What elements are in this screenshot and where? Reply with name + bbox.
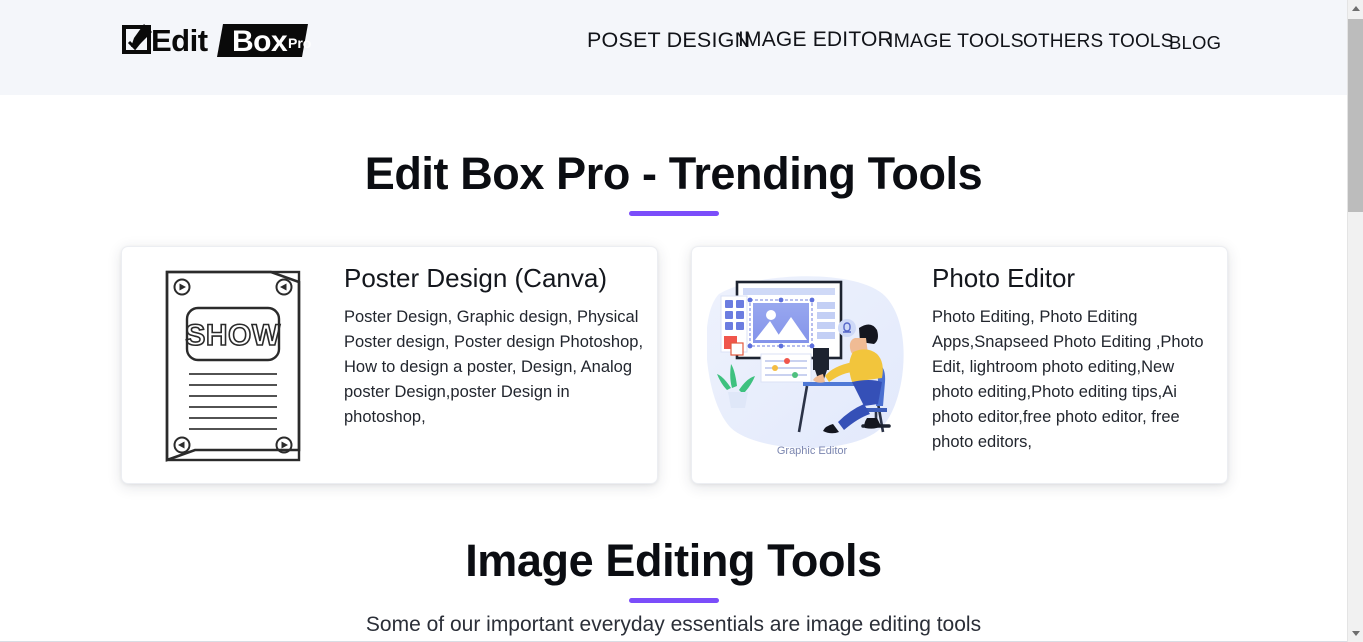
section-subtitle: Some of our important everyday essential… [365,613,982,636]
main-navigation: POSET DESIGN IMAGE EDITOR IMAGE TOOLS OT… [575,22,1235,64]
site-logo[interactable]: Edit Box Pro [122,18,312,62]
scroll-up-arrow-glyph [1351,6,1360,11]
vertical-scrollbar[interactable] [1347,0,1363,642]
svg-text:Edit: Edit [151,23,208,58]
edit-checkbox-pencil-icon [122,24,152,54]
nav-link-image-editor[interactable]: IMAGE EDITOR [738,22,893,58]
card-description: Poster Design, Graphic design, Physical … [344,308,644,427]
nav-link-blog[interactable]: BLOG [1169,25,1221,61]
scroll-up-arrow-icon[interactable] [1348,0,1363,17]
card-body: Photo Editor Photo Editing, Photo Editin… [932,247,1227,455]
graphic-editor-thumbnail-graphic: Graphic Editor [707,276,904,457]
nav-link-others-tools[interactable]: OTHERS TOOLS [1023,24,1174,60]
scrollbar-thumb[interactable] [1348,19,1363,212]
page-content: Edit Box Pro POSET DESIGN IMAGE EDITOR I… [0,0,1347,642]
title-underline-accent [628,597,719,603]
illustration-caption: Graphic Editor [777,445,848,457]
nav-link-poset-design[interactable]: POSET DESIGN [587,22,750,58]
svg-text:Pro: Pro [288,35,311,51]
card-description: Photo Editing, Photo Editing Apps,Snapse… [932,308,1204,452]
logo-graphic: Edit Box Pro [122,23,311,58]
trending-tools-heading: Edit Box Pro - Trending Tools [0,148,1347,216]
title-underline-accent [628,210,719,216]
image-editing-tools-heading: Image Editing Tools [0,535,1347,603]
card-title: Photo Editor [932,263,1076,293]
site-header: Edit Box Pro POSET DESIGN IMAGE EDITOR I… [0,0,1347,95]
card-title: Poster Design (Canva) [344,263,607,293]
graphic-editor-flat-illustration: Graphic Editor [692,247,932,483]
card-body: Poster Design (Canva) Poster Design, Gra… [344,247,657,430]
page-title: Edit Box Pro - Trending Tools [364,148,983,199]
scroll-down-arrow-icon[interactable] [1348,625,1363,642]
svg-text:Box: Box [232,25,288,58]
trending-tools-card-list: SHOW Poster Design (Canva) Poster Design… [121,246,1228,484]
browser-viewport: Edit Box Pro POSET DESIGN IMAGE EDITOR I… [0,0,1363,642]
poster-thumbnail-graphic: SHOW [165,270,301,462]
tool-card-photo-editor[interactable]: Graphic Editor Photo Editor Photo Editin… [691,246,1228,484]
poster-show-text: SHOW [185,319,281,352]
scroll-down-arrow-glyph [1351,631,1360,636]
poster-line-art-illustration: SHOW [122,247,344,483]
section-title: Image Editing Tools [465,535,882,586]
nav-link-image-tools[interactable]: IMAGE TOOLS [888,23,1024,59]
tool-card-poster-design[interactable]: SHOW Poster Design (Canva) Poster Design… [121,246,658,484]
